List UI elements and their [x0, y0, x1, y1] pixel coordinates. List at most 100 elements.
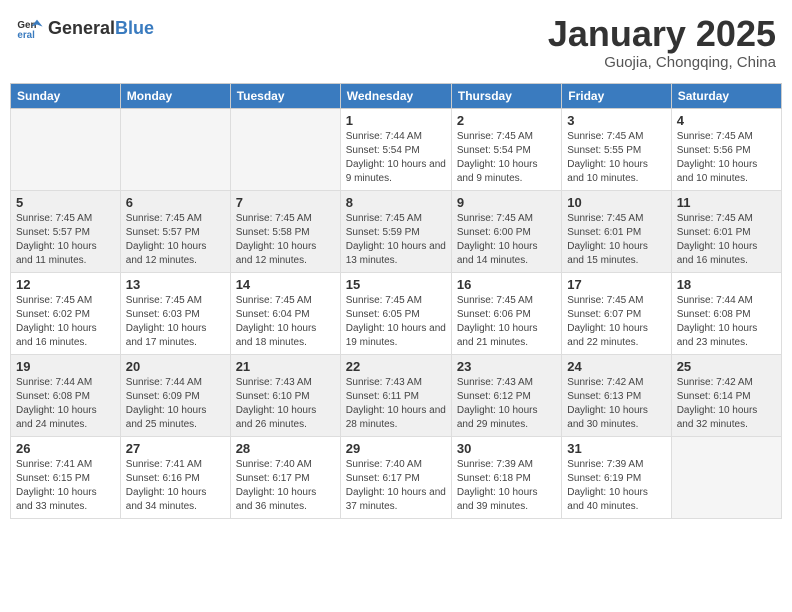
day-info: Sunrise: 7:45 AM Sunset: 5:57 PM Dayligh… — [16, 212, 115, 268]
calendar-cell: 1Sunrise: 7:44 AM Sunset: 5:54 PM Daylig… — [340, 108, 451, 190]
calendar-cell: 2 Sunrise: 7:45 AM Sunset: 5:54 PM Daylig… — [451, 108, 561, 190]
logo-icon: Gen eral — [16, 14, 44, 42]
day-info: Sunrise: 7:43 AM Sunset: 6:12 PM Dayligh… — [457, 376, 556, 432]
day-info: Sunrise: 7:44 AM Sunset: 6:08 PM Dayligh… — [677, 294, 776, 350]
day-number: 24 — [567, 359, 665, 374]
calendar-cell: 26 Sunrise: 7:41 AM Sunset: 6:15 PM Dayli… — [11, 436, 121, 518]
week-row-3: 12Sunrise: 7:45 AM Sunset: 6:02 PM Dayli… — [11, 272, 782, 354]
day-number: 21 — [236, 359, 335, 374]
day-number: 19 — [16, 359, 115, 374]
day-number: 30 — [457, 441, 556, 456]
day-number: 17 — [567, 277, 665, 292]
calendar-cell — [120, 108, 230, 190]
logo-blue-text: Blue — [115, 18, 154, 38]
day-info: Sunrise: 7:39 AM Sunset: 6:19 PM Dayligh… — [567, 458, 665, 514]
day-number: 14 — [236, 277, 335, 292]
calendar-cell: 10 Sunrise: 7:45 AM Sunset: 6:01 PM Dayli… — [562, 190, 671, 272]
weekday-header-sunday: Sunday — [11, 83, 121, 108]
day-number: 15 — [346, 277, 446, 292]
day-number: 7 — [236, 195, 335, 210]
day-number: 16 — [457, 277, 556, 292]
week-row-5: 26 Sunrise: 7:41 AM Sunset: 6:15 PM Dayli… — [11, 436, 782, 518]
calendar-cell: 24 Sunrise: 7:42 AM Sunset: 6:13 PM Dayli… — [562, 354, 671, 436]
day-number: 12 — [16, 277, 115, 292]
day-info: Sunrise: 7:41 AM Sunset: 6:15 PM Dayligh… — [16, 458, 115, 514]
day-number: 5 — [16, 195, 115, 210]
calendar-cell: 8Sunrise: 7:45 AM Sunset: 5:59 PM Daylig… — [340, 190, 451, 272]
day-info: Sunrise: 7:43 AM Sunset: 6:10 PM Dayligh… — [236, 376, 335, 432]
day-number: 22 — [346, 359, 446, 374]
day-number: 1 — [346, 113, 446, 128]
calendar-cell: 30 Sunrise: 7:39 AM Sunset: 6:18 PM Dayli… — [451, 436, 561, 518]
calendar-location: Guojia, Chongqing, China — [548, 54, 776, 71]
day-number: 4 — [677, 113, 776, 128]
calendar-cell: 11 Sunrise: 7:45 AM Sunset: 6:01 PM Dayli… — [671, 190, 781, 272]
weekday-header-row: SundayMondayTuesdayWednesdayThursdayFrid… — [11, 83, 782, 108]
day-info: Sunrise: 7:42 AM Sunset: 6:14 PM Dayligh… — [677, 376, 776, 432]
calendar-cell: 22 Sunrise: 7:43 AM Sunset: 6:11 PM Dayli… — [340, 354, 451, 436]
calendar-cell: 29Sunrise: 7:40 AM Sunset: 6:17 PM Dayli… — [340, 436, 451, 518]
weekday-header-monday: Monday — [120, 83, 230, 108]
weekday-header-friday: Friday — [562, 83, 671, 108]
day-number: 31 — [567, 441, 665, 456]
calendar-cell: 4 Sunrise: 7:45 AM Sunset: 5:56 PM Daylig… — [671, 108, 781, 190]
weekday-header-saturday: Saturday — [671, 83, 781, 108]
day-info: Sunrise: 7:45 AM Sunset: 5:55 PM Dayligh… — [567, 130, 665, 186]
day-info: Sunrise: 7:45 AM Sunset: 5:56 PM Dayligh… — [677, 130, 776, 186]
calendar-cell: 6Sunrise: 7:45 AM Sunset: 5:57 PM Daylig… — [120, 190, 230, 272]
day-info: Sunrise: 7:45 AM Sunset: 6:03 PM Dayligh… — [126, 294, 225, 350]
calendar-cell — [671, 436, 781, 518]
day-info: Sunrise: 7:43 AM Sunset: 6:11 PM Dayligh… — [346, 376, 446, 432]
calendar-title: January 2025 — [548, 14, 776, 54]
calendar-cell: 13 Sunrise: 7:45 AM Sunset: 6:03 PM Dayli… — [120, 272, 230, 354]
week-row-1: 1Sunrise: 7:44 AM Sunset: 5:54 PM Daylig… — [11, 108, 782, 190]
day-info: Sunrise: 7:39 AM Sunset: 6:18 PM Dayligh… — [457, 458, 556, 514]
calendar-cell: 20 Sunrise: 7:44 AM Sunset: 6:09 PM Dayli… — [120, 354, 230, 436]
calendar-cell: 15 Sunrise: 7:45 AM Sunset: 6:05 PM Dayli… — [340, 272, 451, 354]
calendar-cell — [230, 108, 340, 190]
day-info: Sunrise: 7:45 AM Sunset: 5:58 PM Dayligh… — [236, 212, 335, 268]
svg-text:eral: eral — [17, 30, 35, 41]
calendar-cell: 5 Sunrise: 7:45 AM Sunset: 5:57 PM Daylig… — [11, 190, 121, 272]
calendar-cell: 19 Sunrise: 7:44 AM Sunset: 6:08 PM Dayli… — [11, 354, 121, 436]
day-number: 25 — [677, 359, 776, 374]
calendar-cell: 23Sunrise: 7:43 AM Sunset: 6:12 PM Dayli… — [451, 354, 561, 436]
day-number: 10 — [567, 195, 665, 210]
day-info: Sunrise: 7:42 AM Sunset: 6:13 PM Dayligh… — [567, 376, 665, 432]
day-number: 3 — [567, 113, 665, 128]
logo: Gen eral GeneralBlue — [16, 14, 154, 42]
day-number: 20 — [126, 359, 225, 374]
weekday-header-thursday: Thursday — [451, 83, 561, 108]
day-number: 28 — [236, 441, 335, 456]
calendar-cell: 3 Sunrise: 7:45 AM Sunset: 5:55 PM Daylig… — [562, 108, 671, 190]
calendar-cell: 17 Sunrise: 7:45 AM Sunset: 6:07 PM Dayli… — [562, 272, 671, 354]
calendar-cell: 28Sunrise: 7:40 AM Sunset: 6:17 PM Dayli… — [230, 436, 340, 518]
day-number: 6 — [126, 195, 225, 210]
day-number: 18 — [677, 277, 776, 292]
day-number: 11 — [677, 195, 776, 210]
calendar-cell — [11, 108, 121, 190]
day-info: Sunrise: 7:45 AM Sunset: 6:01 PM Dayligh… — [567, 212, 665, 268]
day-number: 2 — [457, 113, 556, 128]
calendar-cell: 7 Sunrise: 7:45 AM Sunset: 5:58 PM Daylig… — [230, 190, 340, 272]
day-number: 8 — [346, 195, 446, 210]
calendar-cell: 18 Sunrise: 7:44 AM Sunset: 6:08 PM Dayli… — [671, 272, 781, 354]
calendar-cell: 9Sunrise: 7:45 AM Sunset: 6:00 PM Daylig… — [451, 190, 561, 272]
calendar-cell: 12Sunrise: 7:45 AM Sunset: 6:02 PM Dayli… — [11, 272, 121, 354]
day-info: Sunrise: 7:41 AM Sunset: 6:16 PM Dayligh… — [126, 458, 225, 514]
day-number: 13 — [126, 277, 225, 292]
day-info: Sunrise: 7:45 AM Sunset: 6:07 PM Dayligh… — [567, 294, 665, 350]
weekday-header-wednesday: Wednesday — [340, 83, 451, 108]
day-info: Sunrise: 7:45 AM Sunset: 5:54 PM Dayligh… — [457, 130, 556, 186]
day-number: 26 — [16, 441, 115, 456]
day-info: Sunrise: 7:44 AM Sunset: 6:09 PM Dayligh… — [126, 376, 225, 432]
day-info: Sunrise: 7:45 AM Sunset: 6:00 PM Dayligh… — [457, 212, 556, 268]
day-info: Sunrise: 7:40 AM Sunset: 6:17 PM Dayligh… — [346, 458, 446, 514]
calendar-cell: 14 Sunrise: 7:45 AM Sunset: 6:04 PM Dayli… — [230, 272, 340, 354]
day-info: Sunrise: 7:45 AM Sunset: 6:05 PM Dayligh… — [346, 294, 446, 350]
day-info: Sunrise: 7:45 AM Sunset: 6:06 PM Dayligh… — [457, 294, 556, 350]
calendar-table: SundayMondayTuesdayWednesdayThursdayFrid… — [10, 83, 782, 519]
day-info: Sunrise: 7:45 AM Sunset: 6:01 PM Dayligh… — [677, 212, 776, 268]
day-info: Sunrise: 7:44 AM Sunset: 6:08 PM Dayligh… — [16, 376, 115, 432]
day-info: Sunrise: 7:45 AM Sunset: 6:04 PM Dayligh… — [236, 294, 335, 350]
